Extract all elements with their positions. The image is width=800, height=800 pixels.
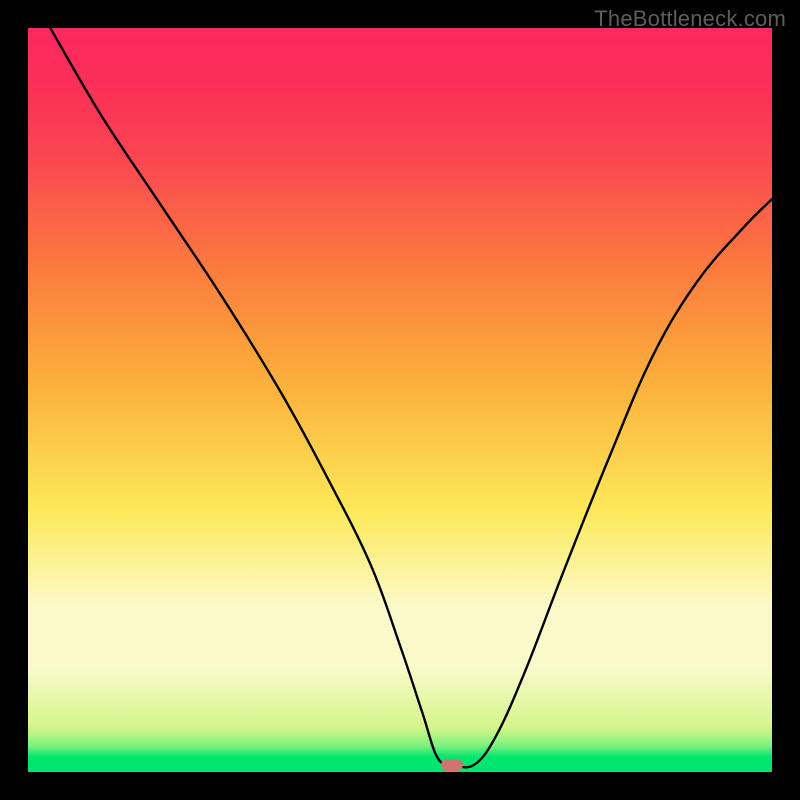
chart-frame: TheBottleneck.com: [0, 0, 800, 800]
plot-area: [28, 28, 772, 772]
watermark-text: TheBottleneck.com: [594, 6, 786, 32]
bottleneck-curve: [50, 28, 772, 767]
curve-svg: [28, 28, 772, 772]
optimum-marker: [441, 759, 463, 771]
